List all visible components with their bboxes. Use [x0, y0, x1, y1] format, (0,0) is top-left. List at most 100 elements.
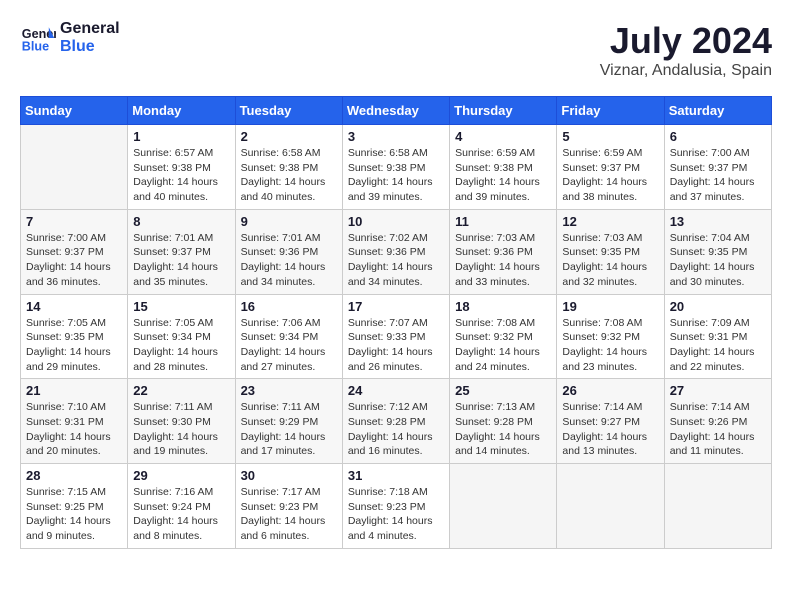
calendar-cell-4-6 [664, 464, 771, 549]
calendar-cell-2-1: 15 Sunrise: 7:05 AM Sunset: 9:34 PM Dayl… [128, 294, 235, 379]
header-sunday: Sunday [21, 97, 128, 125]
day-number: 30 [241, 468, 337, 483]
header-tuesday: Tuesday [235, 97, 342, 125]
day-info: Sunrise: 7:10 AM Sunset: 9:31 PM Dayligh… [26, 400, 122, 459]
day-number: 16 [241, 299, 337, 314]
logo-line1: General [60, 20, 120, 38]
calendar-cell-4-2: 30 Sunrise: 7:17 AM Sunset: 9:23 PM Dayl… [235, 464, 342, 549]
day-info: Sunrise: 7:14 AM Sunset: 9:27 PM Dayligh… [562, 400, 658, 459]
day-number: 19 [562, 299, 658, 314]
day-info: Sunrise: 7:09 AM Sunset: 9:31 PM Dayligh… [670, 316, 766, 375]
day-info: Sunrise: 7:11 AM Sunset: 9:30 PM Dayligh… [133, 400, 229, 459]
calendar-cell-4-4 [450, 464, 557, 549]
calendar-cell-2-6: 20 Sunrise: 7:09 AM Sunset: 9:31 PM Dayl… [664, 294, 771, 379]
day-info: Sunrise: 6:59 AM Sunset: 9:38 PM Dayligh… [455, 146, 551, 205]
day-info: Sunrise: 7:18 AM Sunset: 9:23 PM Dayligh… [348, 485, 444, 544]
day-number: 26 [562, 383, 658, 398]
calendar-cell-1-4: 11 Sunrise: 7:03 AM Sunset: 9:36 PM Dayl… [450, 209, 557, 294]
calendar-cell-0-3: 3 Sunrise: 6:58 AM Sunset: 9:38 PM Dayli… [342, 125, 449, 210]
day-number: 4 [455, 129, 551, 144]
day-info: Sunrise: 7:08 AM Sunset: 9:32 PM Dayligh… [562, 316, 658, 375]
day-info: Sunrise: 7:03 AM Sunset: 9:35 PM Dayligh… [562, 231, 658, 290]
day-number: 31 [348, 468, 444, 483]
week-row-5: 28 Sunrise: 7:15 AM Sunset: 9:25 PM Dayl… [21, 464, 772, 549]
calendar-cell-4-5 [557, 464, 664, 549]
calendar-cell-1-5: 12 Sunrise: 7:03 AM Sunset: 9:35 PM Dayl… [557, 209, 664, 294]
day-info: Sunrise: 7:03 AM Sunset: 9:36 PM Dayligh… [455, 231, 551, 290]
calendar-cell-2-3: 17 Sunrise: 7:07 AM Sunset: 9:33 PM Dayl… [342, 294, 449, 379]
day-info: Sunrise: 7:00 AM Sunset: 9:37 PM Dayligh… [670, 146, 766, 205]
calendar-cell-0-1: 1 Sunrise: 6:57 AM Sunset: 9:38 PM Dayli… [128, 125, 235, 210]
day-number: 22 [133, 383, 229, 398]
calendar-cell-0-5: 5 Sunrise: 6:59 AM Sunset: 9:37 PM Dayli… [557, 125, 664, 210]
day-number: 1 [133, 129, 229, 144]
week-row-3: 14 Sunrise: 7:05 AM Sunset: 9:35 PM Dayl… [21, 294, 772, 379]
day-number: 27 [670, 383, 766, 398]
calendar-cell-4-3: 31 Sunrise: 7:18 AM Sunset: 9:23 PM Dayl… [342, 464, 449, 549]
day-info: Sunrise: 7:01 AM Sunset: 9:37 PM Dayligh… [133, 231, 229, 290]
day-info: Sunrise: 7:07 AM Sunset: 9:33 PM Dayligh… [348, 316, 444, 375]
calendar-cell-3-4: 25 Sunrise: 7:13 AM Sunset: 9:28 PM Dayl… [450, 379, 557, 464]
day-number: 6 [670, 129, 766, 144]
calendar-table: SundayMondayTuesdayWednesdayThursdayFrid… [20, 96, 772, 549]
header-monday: Monday [128, 97, 235, 125]
calendar-cell-2-4: 18 Sunrise: 7:08 AM Sunset: 9:32 PM Dayl… [450, 294, 557, 379]
day-number: 14 [26, 299, 122, 314]
day-info: Sunrise: 7:13 AM Sunset: 9:28 PM Dayligh… [455, 400, 551, 459]
day-number: 10 [348, 214, 444, 229]
day-info: Sunrise: 7:06 AM Sunset: 9:34 PM Dayligh… [241, 316, 337, 375]
week-row-1: 1 Sunrise: 6:57 AM Sunset: 9:38 PM Dayli… [21, 125, 772, 210]
day-number: 18 [455, 299, 551, 314]
day-info: Sunrise: 7:15 AM Sunset: 9:25 PM Dayligh… [26, 485, 122, 544]
calendar-cell-3-0: 21 Sunrise: 7:10 AM Sunset: 9:31 PM Dayl… [21, 379, 128, 464]
day-info: Sunrise: 7:05 AM Sunset: 9:35 PM Dayligh… [26, 316, 122, 375]
day-number: 29 [133, 468, 229, 483]
day-info: Sunrise: 7:08 AM Sunset: 9:32 PM Dayligh… [455, 316, 551, 375]
week-row-4: 21 Sunrise: 7:10 AM Sunset: 9:31 PM Dayl… [21, 379, 772, 464]
calendar-cell-3-6: 27 Sunrise: 7:14 AM Sunset: 9:26 PM Dayl… [664, 379, 771, 464]
calendar-cell-2-2: 16 Sunrise: 7:06 AM Sunset: 9:34 PM Dayl… [235, 294, 342, 379]
header-wednesday: Wednesday [342, 97, 449, 125]
day-info: Sunrise: 6:57 AM Sunset: 9:38 PM Dayligh… [133, 146, 229, 205]
day-info: Sunrise: 7:14 AM Sunset: 9:26 PM Dayligh… [670, 400, 766, 459]
day-info: Sunrise: 6:58 AM Sunset: 9:38 PM Dayligh… [241, 146, 337, 205]
day-info: Sunrise: 7:00 AM Sunset: 9:37 PM Dayligh… [26, 231, 122, 290]
logo: General Blue General Blue [20, 20, 120, 56]
day-number: 25 [455, 383, 551, 398]
header-saturday: Saturday [664, 97, 771, 125]
calendar-cell-4-0: 28 Sunrise: 7:15 AM Sunset: 9:25 PM Dayl… [21, 464, 128, 549]
header-friday: Friday [557, 97, 664, 125]
header-thursday: Thursday [450, 97, 557, 125]
page-header: General Blue General Blue July 2024 Vizn… [20, 20, 772, 80]
day-info: Sunrise: 6:59 AM Sunset: 9:37 PM Dayligh… [562, 146, 658, 205]
day-info: Sunrise: 7:01 AM Sunset: 9:36 PM Dayligh… [241, 231, 337, 290]
calendar-cell-0-0 [21, 125, 128, 210]
logo-line2: Blue [60, 38, 120, 56]
day-number: 7 [26, 214, 122, 229]
logo-icon: General Blue [20, 20, 56, 56]
day-number: 24 [348, 383, 444, 398]
calendar-cell-2-0: 14 Sunrise: 7:05 AM Sunset: 9:35 PM Dayl… [21, 294, 128, 379]
day-number: 8 [133, 214, 229, 229]
day-info: Sunrise: 7:05 AM Sunset: 9:34 PM Dayligh… [133, 316, 229, 375]
day-info: Sunrise: 7:04 AM Sunset: 9:35 PM Dayligh… [670, 231, 766, 290]
day-number: 3 [348, 129, 444, 144]
day-number: 2 [241, 129, 337, 144]
svg-text:Blue: Blue [22, 40, 49, 54]
day-info: Sunrise: 7:17 AM Sunset: 9:23 PM Dayligh… [241, 485, 337, 544]
day-number: 21 [26, 383, 122, 398]
calendar-cell-1-0: 7 Sunrise: 7:00 AM Sunset: 9:37 PM Dayli… [21, 209, 128, 294]
calendar-cell-3-1: 22 Sunrise: 7:11 AM Sunset: 9:30 PM Dayl… [128, 379, 235, 464]
day-number: 5 [562, 129, 658, 144]
calendar-header-row: SundayMondayTuesdayWednesdayThursdayFrid… [21, 97, 772, 125]
calendar-cell-1-1: 8 Sunrise: 7:01 AM Sunset: 9:37 PM Dayli… [128, 209, 235, 294]
calendar-cell-0-6: 6 Sunrise: 7:00 AM Sunset: 9:37 PM Dayli… [664, 125, 771, 210]
calendar-cell-3-5: 26 Sunrise: 7:14 AM Sunset: 9:27 PM Dayl… [557, 379, 664, 464]
calendar-cell-3-3: 24 Sunrise: 7:12 AM Sunset: 9:28 PM Dayl… [342, 379, 449, 464]
day-number: 20 [670, 299, 766, 314]
day-number: 9 [241, 214, 337, 229]
day-number: 23 [241, 383, 337, 398]
calendar-cell-1-2: 9 Sunrise: 7:01 AM Sunset: 9:36 PM Dayli… [235, 209, 342, 294]
month-title: July 2024 [600, 20, 772, 62]
day-info: Sunrise: 6:58 AM Sunset: 9:38 PM Dayligh… [348, 146, 444, 205]
